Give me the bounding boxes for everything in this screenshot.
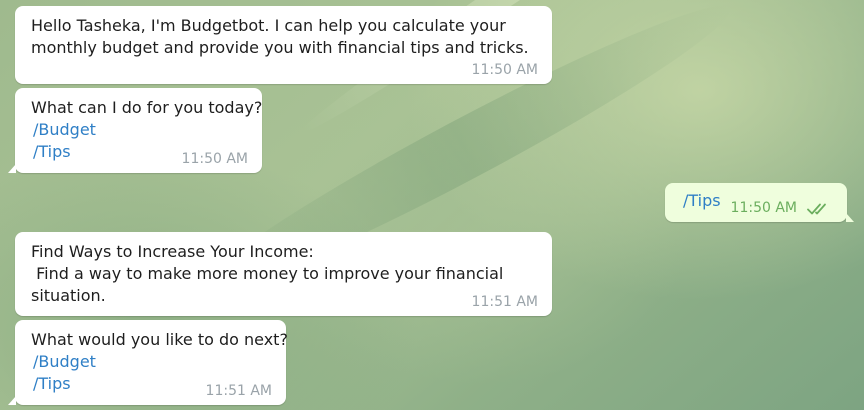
message-text-line: What can I do for you today? <box>31 98 263 117</box>
message-text-line: Find Ways to Increase Your Income: <box>31 242 314 261</box>
incoming-message: What can I do for you today? /Budget /Ti… <box>8 88 263 173</box>
incoming-message: What would you like to do next? /Budget … <box>8 320 288 405</box>
incoming-message: Hello Tasheka, I'm Budgetbot. I can help… <box>15 6 552 84</box>
message-timestamp: 11:50 AM <box>471 62 538 78</box>
message-text-line: situation. <box>31 286 106 305</box>
message-timestamp: 11:50 AM <box>730 200 797 216</box>
outgoing-message: /Tips 11:50 AM <box>665 183 854 222</box>
message-timestamp: 11:51 AM <box>471 294 538 310</box>
message-text-line: Hello Tasheka, I'm Budgetbot. I can help… <box>31 16 506 35</box>
message-timestamp: 11:51 AM <box>205 383 272 399</box>
double-check-icon <box>807 203 826 215</box>
message-text-line: monthly budget and provide you with fina… <box>31 38 529 57</box>
message-text-line: Find a way to make more money to improve… <box>31 264 504 283</box>
budget-command-link[interactable]: /Budget <box>31 119 248 141</box>
message-timestamp: 11:50 AM <box>181 151 248 167</box>
incoming-message: Find Ways to Increase Your Income: Find … <box>15 232 552 316</box>
message-text-line: What would you like to do next? <box>31 330 288 349</box>
budget-command-link[interactable]: /Budget <box>31 351 272 373</box>
